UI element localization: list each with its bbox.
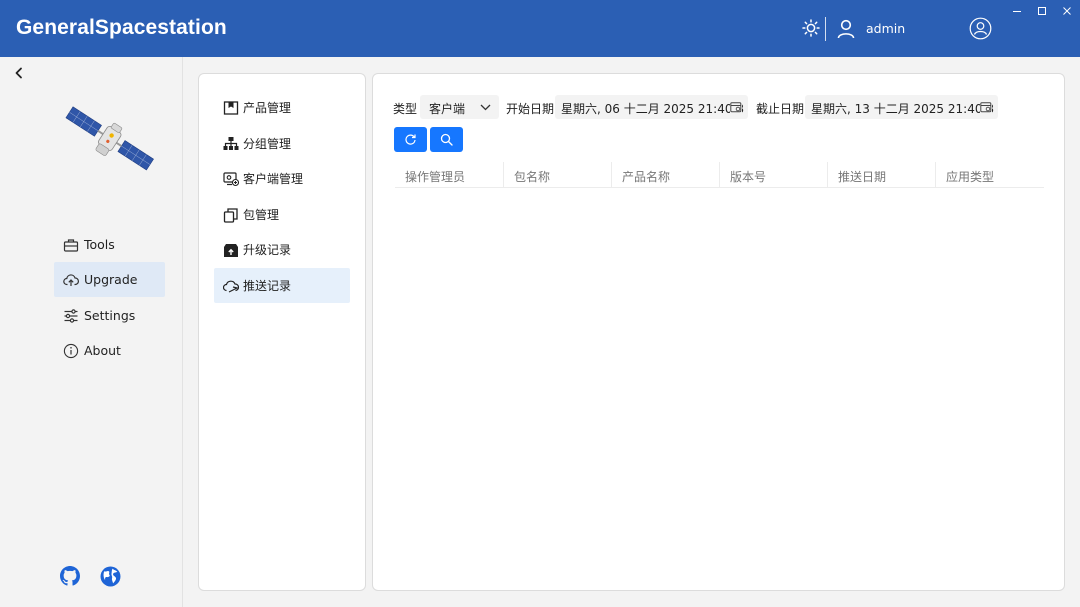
client-monitor-icon bbox=[223, 171, 239, 186]
search-button[interactable] bbox=[430, 127, 463, 152]
satellite-logo bbox=[65, 106, 154, 171]
nav-item-settings[interactable]: Settings bbox=[54, 298, 165, 333]
nav-item-tools[interactable]: Tools bbox=[54, 227, 165, 262]
copy-package-icon bbox=[223, 207, 238, 223]
type-select[interactable]: 客户端 bbox=[420, 95, 499, 119]
nav-item-about[interactable]: About bbox=[54, 333, 165, 368]
back-arrow-icon[interactable] bbox=[12, 66, 26, 80]
end-date-picker[interactable]: 星期六, 13 十二月 2025 21:40:3 bbox=[805, 95, 998, 119]
sliders-icon bbox=[64, 308, 78, 323]
github-icon[interactable] bbox=[60, 566, 80, 586]
submenu-item-label: 推送记录 bbox=[243, 279, 292, 293]
start-date-label: 开始日期 bbox=[506, 102, 555, 116]
hierarchy-icon bbox=[223, 136, 239, 150]
submenu-item-packages[interactable]: 包管理 bbox=[214, 197, 350, 232]
search-icon bbox=[440, 133, 453, 146]
main-panel: 类型 客户端 开始日期 星期六, 06 十二月 2025 21:40:3 截止日… bbox=[372, 73, 1065, 591]
column-header[interactable]: 包名称 bbox=[503, 162, 550, 188]
cloud-push-icon bbox=[223, 280, 239, 293]
nav-item-label: About bbox=[84, 343, 121, 358]
start-date-picker[interactable]: 星期六, 06 十二月 2025 21:40:3 bbox=[555, 95, 748, 119]
account-icon[interactable] bbox=[969, 17, 992, 40]
nav-item-label: Upgrade bbox=[84, 272, 138, 287]
table-header: 操作管理员 包名称 产品名称 版本号 推送日期 应用类型 bbox=[395, 162, 1044, 188]
user-icon bbox=[837, 19, 855, 39]
end-date-label: 截止日期 bbox=[756, 102, 805, 116]
type-label: 类型 bbox=[393, 102, 418, 116]
submenu-item-label: 升级记录 bbox=[243, 243, 292, 257]
submenu-item-label: 包管理 bbox=[243, 208, 280, 222]
start-date-value: 星期六, 06 十二月 2025 21:40:3 bbox=[561, 102, 745, 116]
nav-item-label: Tools bbox=[84, 237, 115, 252]
chevron-down-icon bbox=[480, 104, 491, 111]
submenu-item-label: 客户端管理 bbox=[243, 172, 304, 186]
calendar-icon bbox=[730, 101, 742, 113]
title-bar: GeneralSpacestation admin bbox=[0, 0, 1080, 57]
nav-item-upgrade[interactable]: Upgrade bbox=[54, 262, 165, 297]
box-icon bbox=[223, 100, 239, 115]
upgrade-box-icon bbox=[224, 243, 238, 257]
sidebar: Tools Upgrade Settings About bbox=[0, 57, 183, 607]
info-icon bbox=[63, 343, 79, 358]
submenu-item-clients[interactable]: 客户端管理 bbox=[214, 161, 350, 196]
column-header[interactable]: 推送日期 bbox=[827, 162, 886, 188]
column-header[interactable]: 版本号 bbox=[719, 162, 766, 188]
refresh-button[interactable] bbox=[394, 127, 427, 152]
submenu-panel: 产品管理 分组管理 客户端管理 包管理 升级记录 推送记录 bbox=[198, 73, 366, 591]
minimize-icon[interactable] bbox=[1010, 4, 1024, 18]
app-title: GeneralSpacestation bbox=[16, 16, 227, 39]
refresh-icon bbox=[405, 134, 416, 145]
submenu-item-label: 分组管理 bbox=[243, 137, 292, 151]
maximize-icon[interactable] bbox=[1035, 4, 1049, 18]
submenu-item-groups[interactable]: 分组管理 bbox=[214, 126, 350, 161]
calendar-icon bbox=[980, 101, 992, 113]
close-icon[interactable] bbox=[1060, 4, 1074, 18]
type-select-value: 客户端 bbox=[429, 102, 466, 116]
globe-icon[interactable] bbox=[100, 566, 121, 587]
column-header[interactable]: 操作管理员 bbox=[395, 162, 465, 188]
submenu-item-products[interactable]: 产品管理 bbox=[214, 90, 350, 125]
user-name[interactable]: admin bbox=[866, 21, 905, 36]
submenu-item-upgrade-records[interactable]: 升级记录 bbox=[214, 232, 350, 267]
toolbox-icon bbox=[63, 238, 79, 252]
cloud-upload-icon bbox=[63, 273, 79, 286]
end-date-value: 星期六, 13 十二月 2025 21:40:3 bbox=[811, 102, 995, 116]
submenu-item-label: 产品管理 bbox=[243, 101, 292, 115]
column-header[interactable]: 应用类型 bbox=[935, 162, 994, 188]
title-bar-divider bbox=[825, 17, 826, 41]
sun-icon[interactable] bbox=[802, 19, 820, 37]
column-header[interactable]: 产品名称 bbox=[611, 162, 670, 188]
nav-item-label: Settings bbox=[84, 308, 136, 323]
submenu-item-push-records[interactable]: 推送记录 bbox=[214, 268, 350, 303]
